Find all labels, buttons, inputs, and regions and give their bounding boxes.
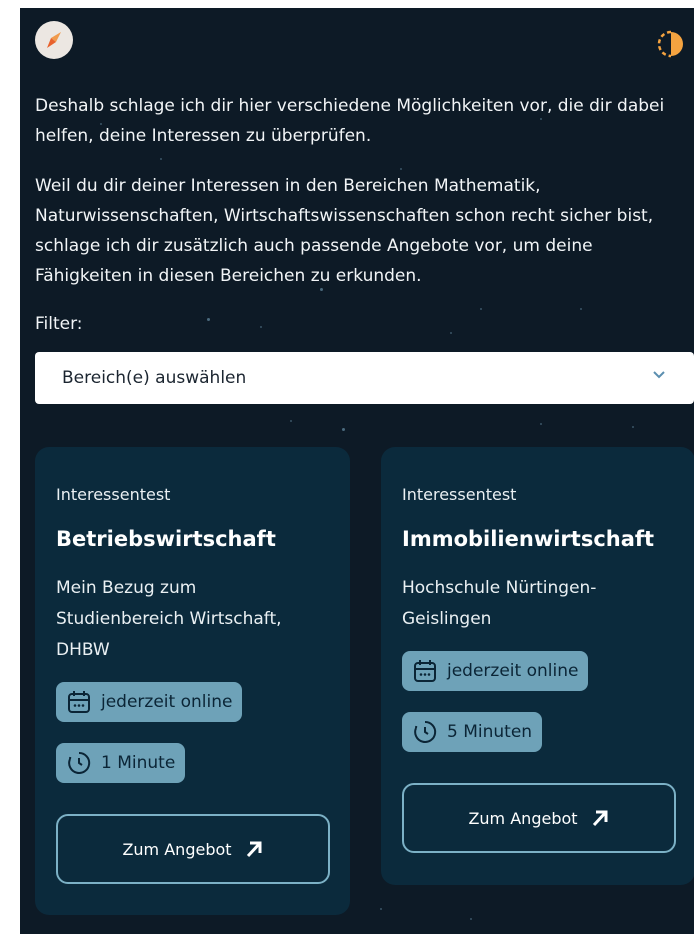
availability-chip: jederzeit online <box>56 682 243 722</box>
chevron-down-icon <box>653 371 665 379</box>
star-decoration <box>342 428 345 431</box>
intro-text: Deshalb schlage ich dir hier verschieden… <box>35 96 665 146</box>
offer-link-button[interactable]: Zum Angebot <box>56 814 330 884</box>
star-decoration <box>540 423 542 425</box>
area-select-placeholder: Bereich(e) auswählen <box>62 368 247 388</box>
offer-link-label: Zum Angebot <box>122 839 232 859</box>
star-decoration <box>380 908 382 910</box>
arrow-up-right-icon <box>592 810 608 827</box>
offer-type: Interessentest <box>56 485 171 504</box>
area-select[interactable]: Bereich(e) auswählen <box>35 352 694 404</box>
offer-description: Hochschule Nürtingen-Geislingen <box>402 578 597 629</box>
app-frame: Deshalb schlage ich dir hier verschieden… <box>20 8 694 934</box>
duration-chip: 1 Minute <box>56 743 186 783</box>
availability-label: jederzeit online <box>101 692 233 712</box>
duration-label: 5 Minuten <box>447 722 533 742</box>
star-decoration <box>400 168 402 170</box>
offer-link-label: Zum Angebot <box>468 808 578 828</box>
star-decoration <box>470 918 472 920</box>
timer-icon <box>414 720 437 743</box>
star-decoration <box>290 420 292 422</box>
offer-title: Betriebswirtschaft <box>56 527 276 551</box>
star-decoration <box>160 158 162 160</box>
filter-label: Filter: <box>35 314 83 334</box>
star-decoration <box>450 332 452 334</box>
calendar-icon <box>68 691 90 713</box>
offer-title: Immobilienwirtschaft <box>402 527 655 551</box>
compass-logo[interactable] <box>35 21 73 59</box>
compass-icon <box>47 32 61 48</box>
theme-toggle-icon <box>657 30 683 58</box>
interests-text: Weil du dir deiner Interessen in den Ber… <box>35 176 654 286</box>
timer-icon <box>68 751 91 774</box>
star-decoration <box>580 308 582 310</box>
offer-link-button[interactable]: Zum Angebot <box>402 783 676 853</box>
theme-toggle-button[interactable] <box>656 29 686 59</box>
calendar-icon <box>414 660 436 682</box>
arrow-up-right-icon <box>246 841 262 858</box>
offer-card: Interessentest Betriebswirtschaft Mein B… <box>35 447 350 915</box>
duration-label: 1 Minute <box>101 753 176 773</box>
star-decoration <box>480 308 482 310</box>
duration-chip: 5 Minuten <box>402 712 543 752</box>
offer-type: Interessentest <box>402 485 517 504</box>
availability-chip: jederzeit online <box>402 651 589 691</box>
star-decoration <box>632 426 634 428</box>
star-decoration <box>207 318 210 321</box>
star-decoration <box>260 326 262 328</box>
offer-description: Mein Bezug zum Studienbereich Wirtschaft… <box>56 578 282 660</box>
offer-card: Interessentest Immobilienwirtschaft Hoch… <box>381 447 694 885</box>
availability-label: jederzeit online <box>447 661 579 681</box>
